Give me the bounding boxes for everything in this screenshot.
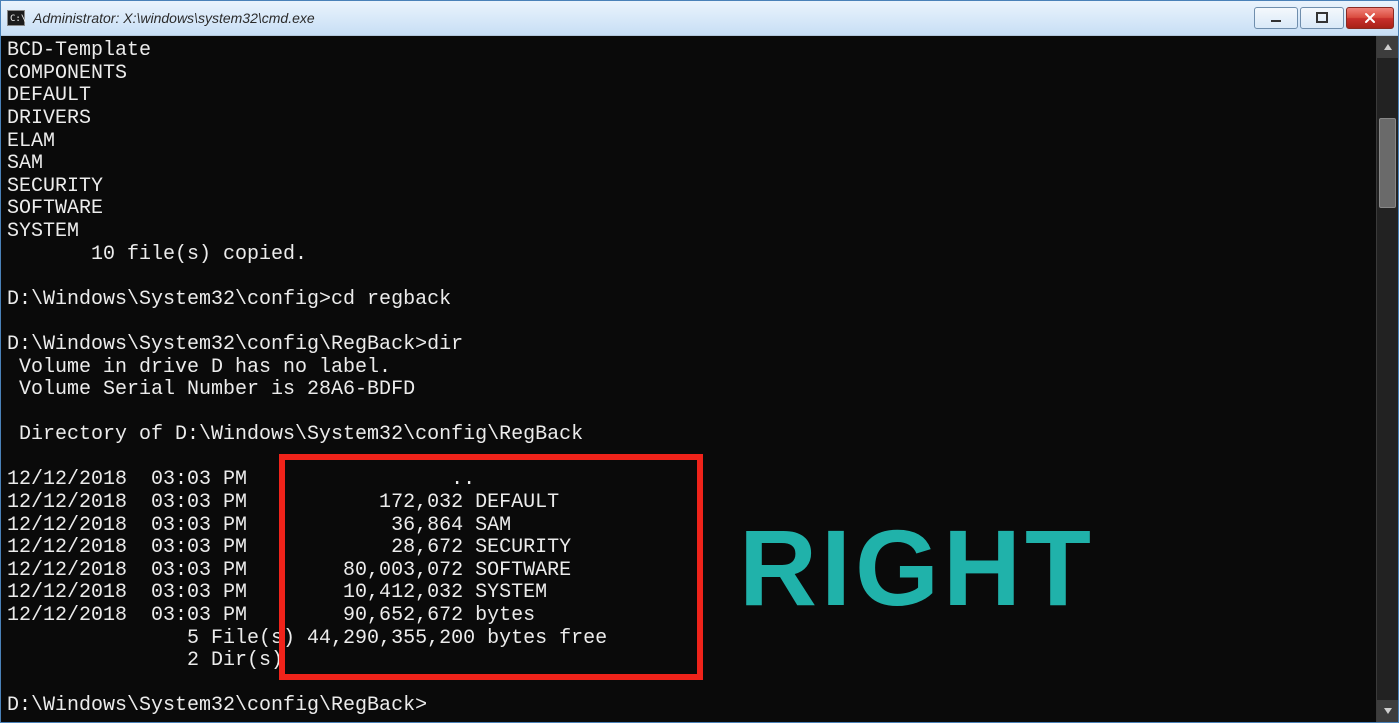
- cmd-icon: C:\: [7, 10, 25, 26]
- titlebar[interactable]: C:\ Administrator: X:\windows\system32\c…: [1, 1, 1398, 36]
- window-title: Administrator: X:\windows\system32\cmd.e…: [33, 10, 1254, 26]
- maximize-button[interactable]: [1300, 7, 1344, 29]
- scroll-thumb[interactable]: [1379, 118, 1396, 208]
- client-area: BCD-Template COMPONENTS DEFAULT DRIVERS …: [1, 36, 1398, 722]
- window-frame: C:\ Administrator: X:\windows\system32\c…: [0, 0, 1399, 723]
- scroll-up-arrow-icon[interactable]: [1377, 36, 1398, 58]
- annotation-overlay-text: RIGHT: [739, 514, 1095, 622]
- close-button[interactable]: [1346, 7, 1394, 29]
- window-controls: [1254, 7, 1394, 29]
- terminal-output[interactable]: BCD-Template COMPONENTS DEFAULT DRIVERS …: [1, 36, 1376, 722]
- scroll-down-arrow-icon[interactable]: [1377, 700, 1398, 722]
- scroll-track[interactable]: [1377, 58, 1398, 700]
- minimize-button[interactable]: [1254, 7, 1298, 29]
- vertical-scrollbar[interactable]: [1376, 36, 1398, 722]
